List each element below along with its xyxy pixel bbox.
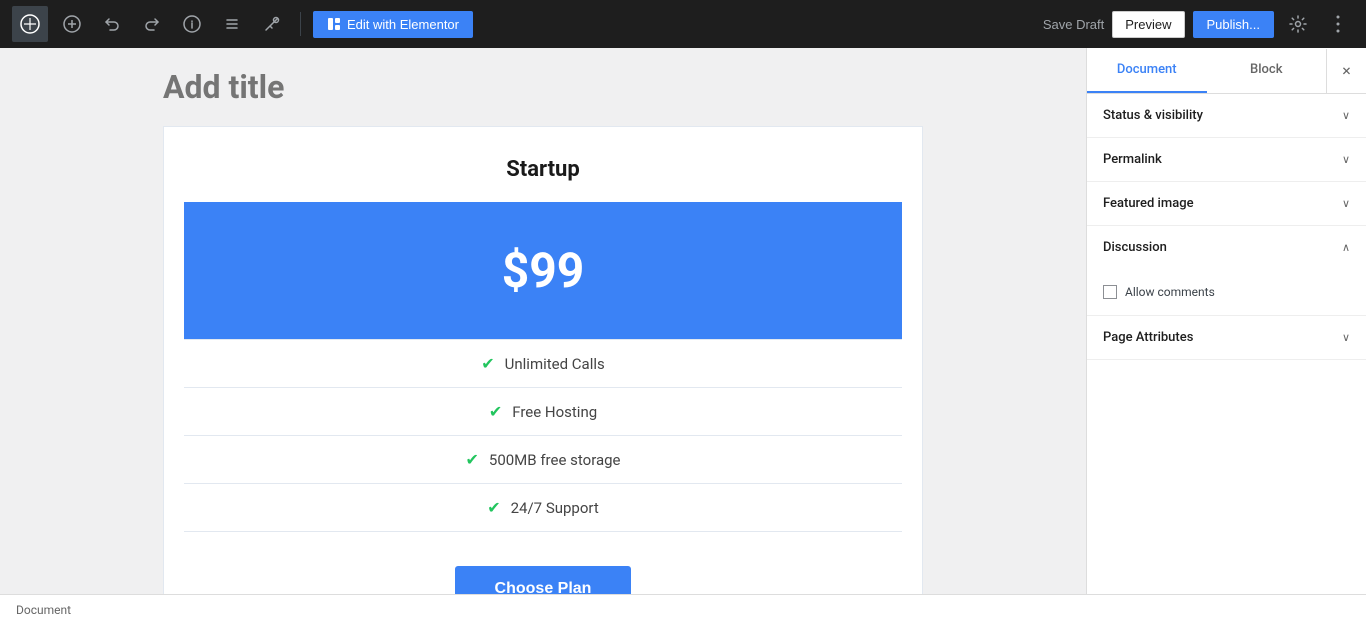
edit-with-elementor-button[interactable]: Edit with Elementor	[313, 11, 473, 38]
section-status-visibility: Status & visibility ∨	[1087, 94, 1366, 138]
chevron-permalink: ∨	[1342, 153, 1350, 166]
section-status-visibility-label: Status & visibility	[1103, 108, 1203, 123]
feature-label-3: 500MB free storage	[489, 451, 621, 469]
main-layout: Startup $99 ✔ Unlimited Calls ✔ Free Hos…	[0, 48, 1366, 594]
status-bar-label: Document	[16, 603, 71, 617]
pricing-title: Startup	[184, 157, 902, 182]
chevron-featured-image: ∨	[1342, 197, 1350, 210]
preview-button[interactable]: Preview	[1112, 11, 1184, 38]
page-title-input[interactable]	[163, 48, 923, 116]
section-featured-image-header[interactable]: Featured image ∨	[1087, 182, 1366, 225]
section-discussion: Discussion ∧ Allow comments	[1087, 226, 1366, 316]
undo-button[interactable]	[96, 8, 128, 40]
status-bar: Document	[0, 594, 1366, 625]
section-discussion-header[interactable]: Discussion ∧	[1087, 226, 1366, 269]
section-page-attributes-label: Page Attributes	[1103, 330, 1193, 345]
redo-button[interactable]	[136, 8, 168, 40]
sidebar-header: Document Block ×	[1087, 48, 1366, 94]
section-page-attributes: Page Attributes ∨	[1087, 316, 1366, 360]
sidebar-content: Status & visibility ∨ Permalink ∨ Featur…	[1087, 94, 1366, 594]
settings-button[interactable]	[1282, 8, 1314, 40]
tab-document[interactable]: Document	[1087, 48, 1207, 93]
section-permalink: Permalink ∨	[1087, 138, 1366, 182]
tab-block[interactable]: Block	[1207, 48, 1327, 93]
toolbar-separator	[300, 12, 301, 36]
section-discussion-label: Discussion	[1103, 240, 1167, 255]
more-options-button[interactable]	[1322, 8, 1354, 40]
choose-plan-button[interactable]: Choose Plan	[455, 566, 632, 594]
save-draft-button[interactable]: Save Draft	[1043, 17, 1104, 32]
section-featured-image: Featured image ∨	[1087, 182, 1366, 226]
chevron-page-attributes: ∨	[1342, 331, 1350, 344]
check-icon-1: ✔	[481, 354, 494, 373]
allow-comments-row: Allow comments	[1103, 281, 1350, 303]
editor-inner: Startup $99 ✔ Unlimited Calls ✔ Free Hos…	[133, 48, 953, 594]
section-discussion-body: Allow comments	[1087, 269, 1366, 315]
edit-elementor-label: Edit with Elementor	[347, 17, 459, 32]
chevron-discussion: ∧	[1342, 241, 1350, 254]
feature-item-3: ✔ 500MB free storage	[184, 436, 902, 484]
list-view-button[interactable]	[216, 8, 248, 40]
allow-comments-checkbox[interactable]	[1103, 285, 1117, 299]
pricing-card: Startup $99 ✔ Unlimited Calls ✔ Free Hos…	[163, 126, 923, 594]
info-button[interactable]	[176, 8, 208, 40]
tools-button[interactable]	[256, 8, 288, 40]
check-icon-3: ✔	[465, 450, 478, 469]
pricing-price-box: $99	[184, 202, 902, 339]
feature-label-4: 24/7 Support	[511, 499, 599, 517]
sidebar: Document Block × Status & visibility ∨ P…	[1086, 48, 1366, 594]
feature-label-2: Free Hosting	[512, 403, 597, 421]
add-block-button[interactable]	[56, 8, 88, 40]
editor-area: Startup $99 ✔ Unlimited Calls ✔ Free Hos…	[0, 48, 1086, 594]
allow-comments-label[interactable]: Allow comments	[1125, 285, 1215, 299]
feature-item-4: ✔ 24/7 Support	[184, 484, 902, 532]
section-permalink-header[interactable]: Permalink ∨	[1087, 138, 1366, 181]
check-icon-2: ✔	[489, 402, 502, 421]
chevron-status-visibility: ∨	[1342, 109, 1350, 122]
feature-item-1: ✔ Unlimited Calls	[184, 340, 902, 388]
pricing-features: ✔ Unlimited Calls ✔ Free Hosting ✔ 500MB…	[184, 339, 902, 532]
check-icon-4: ✔	[487, 498, 500, 517]
wp-logo-icon[interactable]	[12, 6, 48, 42]
feature-item-2: ✔ Free Hosting	[184, 388, 902, 436]
feature-label-1: Unlimited Calls	[505, 355, 605, 373]
publish-button[interactable]: Publish...	[1193, 11, 1274, 38]
toolbar: Edit with Elementor Save Draft Preview P…	[0, 0, 1366, 48]
section-featured-image-label: Featured image	[1103, 196, 1194, 211]
section-page-attributes-header[interactable]: Page Attributes ∨	[1087, 316, 1366, 359]
toolbar-right: Save Draft Preview Publish...	[1043, 8, 1354, 40]
section-status-visibility-header[interactable]: Status & visibility ∨	[1087, 94, 1366, 137]
pricing-price: $99	[204, 242, 882, 299]
section-permalink-label: Permalink	[1103, 152, 1162, 167]
sidebar-close-button[interactable]: ×	[1326, 49, 1366, 93]
